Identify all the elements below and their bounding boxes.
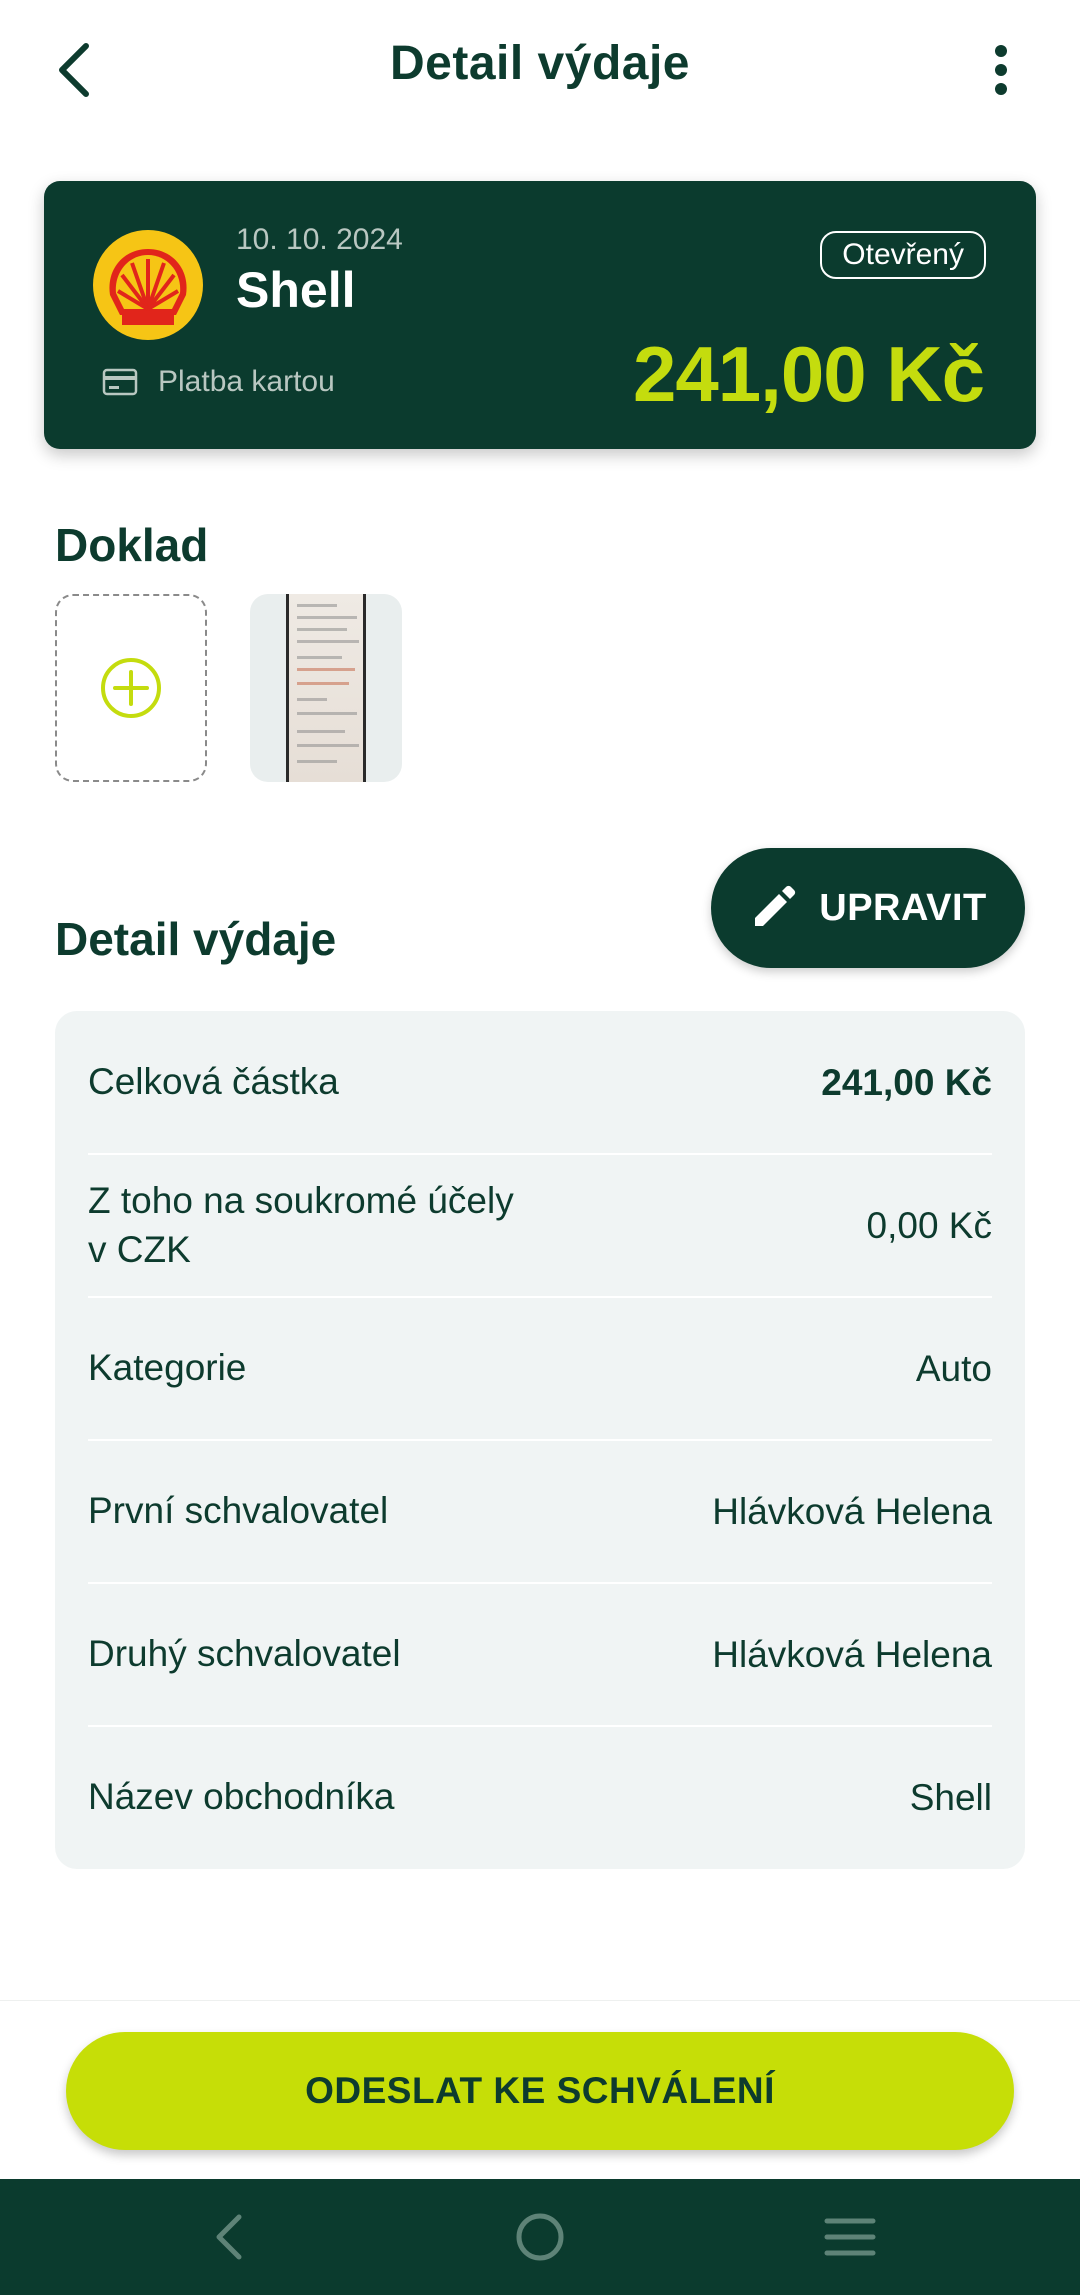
detail-row-second-approver: Druhý schvalovatel Hlávková Helena [88,1583,992,1726]
payment-method: Platba kartou [102,365,335,399]
nav-back-icon [216,2214,242,2260]
detail-heading: Detail výdaje [55,913,337,965]
pencil-icon [755,885,796,926]
detail-row-label: Celková částka [88,1061,339,1103]
shell-logo-icon [93,230,203,340]
detail-row-label: Název obchodníka [88,1776,395,1818]
detail-row-first-approver: První schvalovatel Hlávková Helena [88,1440,992,1583]
detail-row-value: 241,00 Kč [821,1061,992,1103]
app-header: Detail výdaje [0,0,1080,140]
expense-details-list: Celková částka 241,00 Kč Z toho na soukr… [55,1011,1025,1869]
expense-date: 10. 10. 2024 [236,223,403,256]
add-document-button[interactable] [55,594,207,782]
detail-row-value: Auto [915,1347,992,1389]
detail-row-total: Celková částka 241,00 Kč [88,1011,992,1154]
more-vertical-icon [995,45,1007,95]
edit-button[interactable]: UPRAVIT [711,848,1025,968]
detail-row-label: Kategorie [88,1347,247,1389]
detail-row-value: Shell [909,1776,992,1818]
detail-row-value: 0,00 Kč [866,1204,992,1246]
detail-row-label: Z toho na soukromé účely v CZK [88,1180,514,1270]
page-title: Detail výdaje [390,37,690,90]
detail-row-category: Kategorie Auto [88,1297,992,1440]
payment-method-label: Platba kartou [158,365,335,398]
more-options-button[interactable] [966,30,1036,110]
receipt-image [286,594,366,782]
merchant-name: Shell [236,262,356,318]
status-badge: Otevřený [820,231,986,279]
expense-amount: 241,00 Kč [633,330,985,418]
detail-row-value: Hlávková Helena [712,1490,992,1532]
detail-row-value: Hlávková Helena [712,1633,992,1675]
edit-button-label: UPRAVIT [819,886,987,929]
detail-row-label: První schvalovatel [88,1490,389,1532]
nav-recents-icon [824,2218,876,2256]
nav-recents-button[interactable] [790,2179,910,2295]
plus-circle-icon [101,658,161,718]
submit-button-label: ODESLAT KE SCHVÁLENÍ [305,2070,775,2111]
detail-row-private: Z toho na soukromé účely v CZK 0,00 Kč [88,1154,992,1297]
detail-row-label: Druhý schvalovatel [88,1633,401,1675]
nav-home-icon [516,2213,564,2261]
nav-home-button[interactable] [480,2179,600,2295]
receipt-thumbnail[interactable] [250,594,402,782]
expense-summary-card: 10. 10. 2024 Shell Otevřený Platba karto… [44,181,1036,449]
expense-detail-screen: Detail výdaje 10. 10. 2024 Shell Otevřen… [0,0,1080,2295]
system-nav-bar [0,2179,1080,2295]
documents-heading: Doklad [55,519,209,571]
detail-row-merchant: Název obchodníka Shell [88,1726,992,1869]
credit-card-icon [102,368,138,396]
submit-for-approval-button[interactable]: ODESLAT KE SCHVÁLENÍ [66,2032,1014,2150]
nav-back-button[interactable] [168,2179,288,2295]
